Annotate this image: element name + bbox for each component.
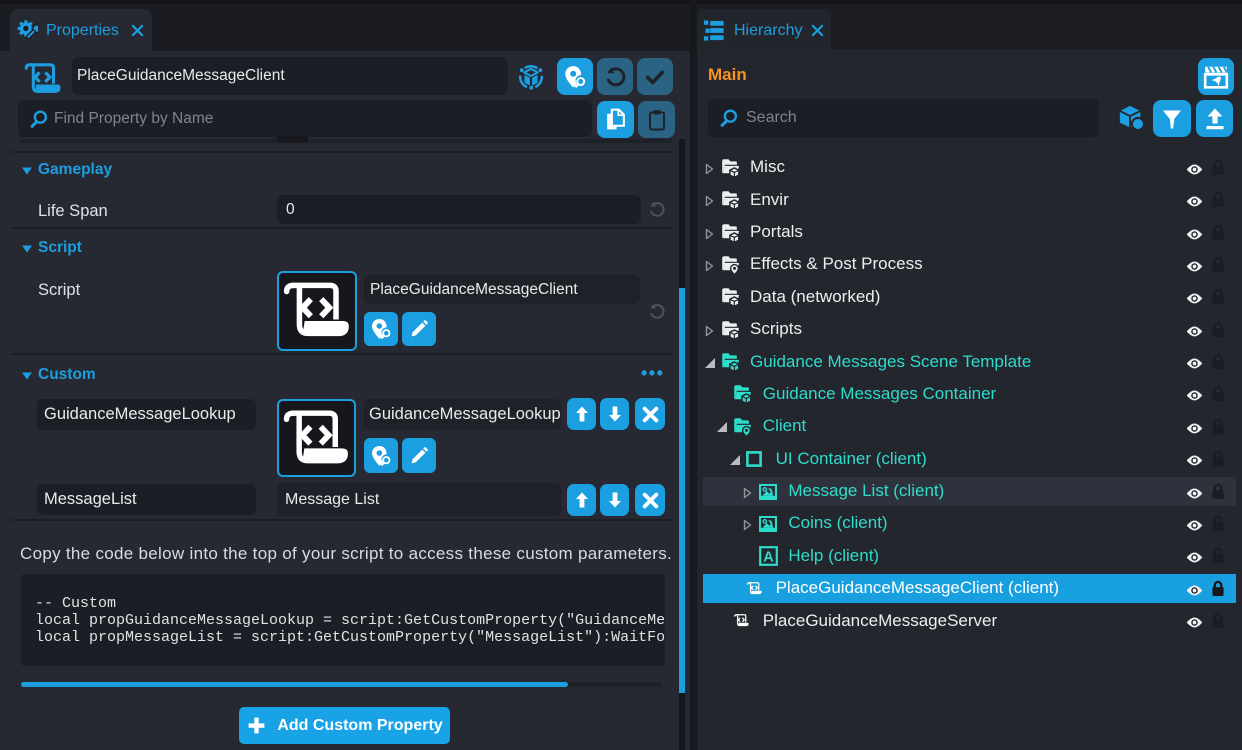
svg-text:A: A [763,550,774,566]
